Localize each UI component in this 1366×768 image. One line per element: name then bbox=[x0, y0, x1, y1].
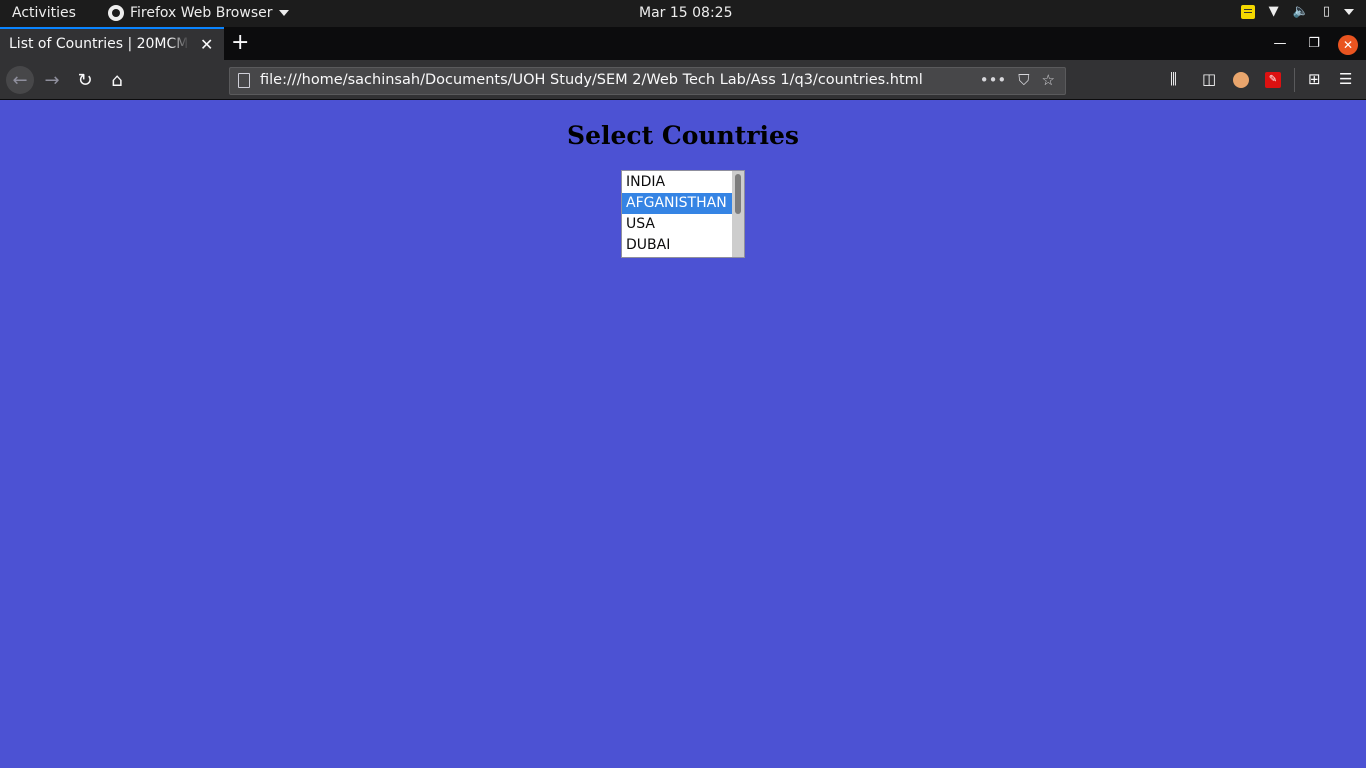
chevron-down-icon bbox=[278, 10, 289, 16]
toolbar-divider bbox=[1294, 68, 1295, 92]
notes-icon[interactable] bbox=[1240, 4, 1255, 19]
navigation-toolbar: ← → ↻ ⌂ file:///home/sachinsah/Documents… bbox=[0, 60, 1366, 100]
tab-countries[interactable]: List of Countries | 20MCMB19 ✕ bbox=[0, 27, 224, 60]
tab-title: List of Countries | 20MCMB19 bbox=[9, 36, 189, 52]
app-name: Firefox Web Browser bbox=[130, 5, 273, 21]
home-icon[interactable]: ⌂ bbox=[103, 66, 131, 94]
extensions-puzzle-icon[interactable]: ⊞ bbox=[1308, 70, 1321, 88]
volume-icon: 🔈 bbox=[1292, 4, 1309, 19]
wifi-icon: ▼ bbox=[1268, 4, 1279, 19]
countries-listbox[interactable]: INDIA AFGANISTHAN USA DUBAI bbox=[621, 170, 745, 258]
system-tray[interactable]: ▼ 🔈 ▯ bbox=[1240, 4, 1354, 19]
chevron-down-icon[interactable] bbox=[1344, 8, 1354, 15]
account-avatar-icon[interactable] bbox=[1233, 72, 1249, 88]
sidebar-icon[interactable]: ◫ bbox=[1202, 70, 1216, 88]
restore-icon[interactable]: ❐ bbox=[1304, 27, 1324, 60]
close-icon[interactable]: ✕ bbox=[200, 35, 213, 54]
url-bar[interactable]: file:///home/sachinsah/Documents/UOH Stu… bbox=[229, 67, 1066, 95]
option-india[interactable]: INDIA bbox=[622, 172, 732, 193]
close-window-icon[interactable]: ✕ bbox=[1338, 35, 1358, 55]
listbox-scrollbar[interactable] bbox=[732, 171, 744, 257]
url-text[interactable]: file:///home/sachinsah/Documents/UOH Stu… bbox=[260, 72, 923, 88]
clock[interactable]: Mar 15 08:25 bbox=[639, 5, 732, 21]
activities-button[interactable]: Activities bbox=[12, 5, 76, 21]
bookmark-star-icon[interactable]: ☆ bbox=[1042, 71, 1055, 89]
option-afganisthan[interactable]: AFGANISTHAN bbox=[622, 193, 732, 214]
extension-icon[interactable]: ✎ bbox=[1265, 72, 1281, 88]
minimize-icon[interactable]: — bbox=[1270, 27, 1290, 60]
forward-arrow-icon[interactable]: → bbox=[38, 66, 66, 94]
page-content: Select Countries INDIA AFGANISTHAN USA D… bbox=[0, 101, 1366, 768]
new-tab-button[interactable]: + bbox=[231, 30, 249, 55]
page-icon bbox=[238, 73, 250, 88]
back-arrow-icon[interactable]: ← bbox=[6, 66, 34, 94]
option-dubai[interactable]: DUBAI bbox=[622, 235, 732, 256]
hamburger-menu-icon[interactable]: ☰ bbox=[1339, 70, 1352, 88]
reload-icon[interactable]: ↻ bbox=[71, 66, 99, 94]
tab-strip: List of Countries | 20MCMB19 ✕ + — ❐ ✕ bbox=[0, 27, 1366, 60]
option-usa[interactable]: USA bbox=[622, 214, 732, 235]
library-icon[interactable]: ⫼ bbox=[1170, 70, 1177, 88]
firefox-icon bbox=[108, 5, 124, 21]
pocket-icon[interactable]: ⛉ bbox=[1018, 71, 1029, 89]
scrollbar-thumb[interactable] bbox=[735, 174, 741, 214]
app-menu[interactable]: Firefox Web Browser bbox=[108, 5, 289, 21]
page-title: Select Countries bbox=[567, 121, 799, 150]
page-actions-icon[interactable]: ••• bbox=[980, 71, 1007, 89]
battery-icon: ▯ bbox=[1322, 4, 1330, 19]
system-top-bar: Activities Firefox Web Browser Mar 15 08… bbox=[0, 0, 1366, 27]
